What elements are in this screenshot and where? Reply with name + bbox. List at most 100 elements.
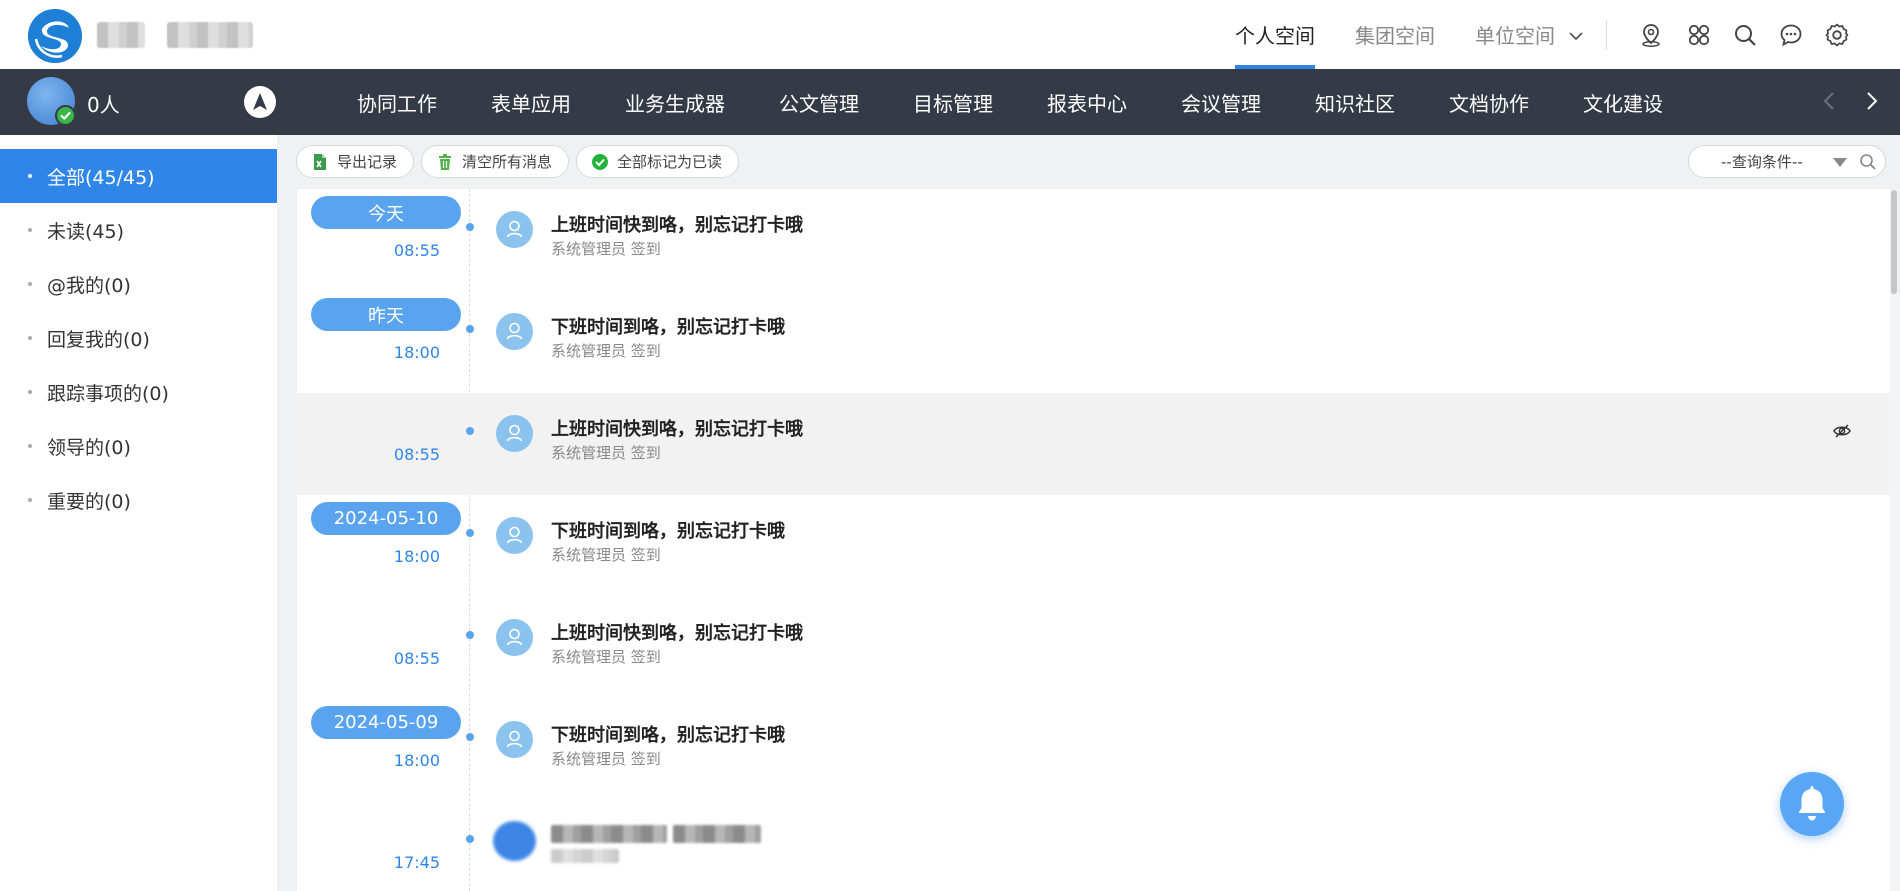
message-title[interactable]: 上班时间快到咯，别忘记打卡哦: [551, 415, 803, 441]
space-tabs: 个人空间 集团空间 单位空间: [1215, 0, 1575, 69]
query-conditions-select[interactable]: --查询条件--: [1688, 145, 1886, 178]
user-icon: [496, 721, 533, 758]
nav-item-business-generator[interactable]: 业务生成器: [598, 69, 752, 135]
search-icon[interactable]: [1732, 22, 1758, 48]
user-icon: [496, 517, 533, 554]
message-source: 系统管理员 签到: [551, 648, 661, 666]
message-source: 系统管理员 签到: [551, 240, 661, 258]
avatar: [493, 821, 536, 861]
tab-personal-space[interactable]: 个人空间: [1215, 0, 1335, 69]
timeline-dot: [466, 325, 474, 333]
message-time: 08:55: [393, 649, 440, 668]
scrollbar-track[interactable]: [1890, 189, 1898, 891]
excel-icon: [314, 153, 326, 170]
list-item[interactable]: 2024-05-10 18:00 下班时间到咯，别忘记打卡哦 系统管理员 签到: [297, 495, 1890, 597]
notification-button[interactable]: [1780, 772, 1844, 836]
nav-item-reports[interactable]: 报表中心: [1020, 69, 1154, 135]
user-icon: [496, 313, 533, 350]
message-time: 08:55: [393, 241, 440, 260]
chevron-left-icon[interactable]: [1817, 88, 1843, 114]
date-badge: 2024-05-10: [311, 502, 461, 535]
eye-off-icon[interactable]: [1832, 421, 1852, 441]
message-source: 系统管理员 签到: [551, 750, 661, 768]
nav-item-forms[interactable]: 表单应用: [464, 69, 598, 135]
nav-item-meetings[interactable]: 会议管理: [1154, 69, 1288, 135]
logo[interactable]: [28, 9, 82, 63]
date-badge: 今天: [311, 196, 461, 229]
online-count: 0人: [87, 93, 120, 117]
message-title[interactable]: 上班时间快到咯，别忘记打卡哦: [551, 619, 803, 645]
timeline-dot: [466, 223, 474, 231]
top-header: 个人空间 集团空间 单位空间: [0, 0, 1900, 69]
user-icon: [496, 211, 533, 248]
chevron-right-icon[interactable]: [1858, 88, 1884, 114]
timeline-dot: [466, 529, 474, 537]
list-item[interactable]: 08:55 上班时间快到咯，别忘记打卡哦 系统管理员 签到: [297, 597, 1890, 699]
date-badge: 昨天: [311, 298, 461, 331]
list-item[interactable]: 今天 08:55 上班时间快到咯，别忘记打卡哦 系统管理员 签到: [297, 189, 1890, 291]
sidebar-item-unread[interactable]: 未读(45): [0, 203, 277, 257]
chat-icon[interactable]: [1778, 22, 1804, 48]
date-badge: 2024-05-09: [311, 706, 461, 739]
list-item[interactable]: 2024-05-09 18:00 下班时间到咯，别忘记打卡哦 系统管理员 签到: [297, 699, 1890, 801]
user-icon: [496, 415, 533, 452]
nav-item-knowledge[interactable]: 知识社区: [1288, 69, 1422, 135]
scrollbar-thumb[interactable]: [1891, 190, 1897, 294]
timeline-dot: [466, 733, 474, 741]
chevron-down-icon[interactable]: [1568, 28, 1584, 44]
clear-all-button[interactable]: 清空所有消息: [421, 145, 570, 178]
nav-item-goals[interactable]: 目标管理: [886, 69, 1020, 135]
module-nav: 协同工作 表单应用 业务生成器 公文管理 目标管理 报表中心 会议管理 知识社区…: [330, 69, 1690, 135]
sidebar-item-all[interactable]: 全部(45/45): [0, 149, 277, 203]
tab-group-space[interactable]: 集团空间: [1335, 0, 1455, 69]
logo-icon: [28, 9, 82, 63]
timeline-dot: [466, 835, 474, 843]
navigate-icon[interactable]: [244, 86, 276, 118]
message-title[interactable]: 下班时间到咯，别忘记打卡哦: [551, 313, 785, 339]
trash-icon: [439, 153, 452, 170]
tab-unit-space[interactable]: 单位空间: [1455, 0, 1575, 69]
message-title[interactable]: 下班时间到咯，别忘记打卡哦: [551, 721, 785, 747]
main-nav-bar: 0人 协同工作 表单应用 业务生成器 公文管理 目标管理 报表中心 会议管理 知…: [0, 69, 1900, 135]
message-time: 18:00: [393, 751, 440, 770]
blurred-title: [551, 825, 667, 843]
check-circle-icon: [592, 153, 609, 170]
nav-item-documents[interactable]: 公文管理: [752, 69, 886, 135]
message-filter-sidebar: 全部(45/45) 未读(45) @我的(0) 回复我的(0) 跟踪事项的(0)…: [0, 135, 277, 891]
list-item[interactable]: 昨天 18:00 下班时间到咯，别忘记打卡哦 系统管理员 签到: [297, 291, 1890, 393]
divider: [1606, 20, 1607, 50]
query-conditions-label: --查询条件--: [1721, 153, 1803, 171]
sidebar-item-mentions[interactable]: @我的(0): [0, 257, 277, 311]
mark-all-read-button[interactable]: 全部标记为已读: [576, 145, 740, 178]
message-list: 今天 08:55 上班时间快到咯，别忘记打卡哦 系统管理员 签到 昨天 18:0…: [297, 189, 1890, 891]
message-time: 17:45: [393, 853, 440, 872]
nav-item-collaboration[interactable]: 协同工作: [330, 69, 464, 135]
blurred-org-name: [167, 22, 253, 48]
message-title[interactable]: 下班时间到咯，别忘记打卡哦: [551, 517, 785, 543]
sidebar-item-important[interactable]: 重要的(0): [0, 473, 277, 527]
sidebar-item-tracked[interactable]: 跟踪事项的(0): [0, 365, 277, 419]
settings-icon[interactable]: [1824, 22, 1850, 48]
location-icon[interactable]: [1638, 22, 1664, 48]
message-title[interactable]: 上班时间快到咯，别忘记打卡哦: [551, 211, 803, 237]
caret-down-icon: [1833, 158, 1847, 167]
search-icon[interactable]: [1859, 153, 1877, 171]
message-source: 系统管理员 签到: [551, 546, 661, 564]
message-source: 系统管理员 签到: [551, 444, 661, 462]
export-button[interactable]: 导出记录: [296, 145, 415, 178]
sidebar-item-replies[interactable]: 回复我的(0): [0, 311, 277, 365]
timeline-dot: [466, 427, 474, 435]
online-status-icon: [55, 105, 76, 126]
nav-item-doc-collab[interactable]: 文档协作: [1422, 69, 1556, 135]
apps-icon[interactable]: [1686, 22, 1712, 48]
list-item[interactable]: 08:55 上班时间快到咯，别忘记打卡哦 系统管理员 签到: [297, 393, 1890, 495]
message-toolbar: 导出记录 清空所有消息 全部标记为已读: [296, 145, 740, 178]
bell-icon: [1798, 786, 1826, 821]
timeline-dot: [466, 631, 474, 639]
list-item[interactable]: 17:45: [297, 801, 1890, 891]
nav-item-culture[interactable]: 文化建设: [1556, 69, 1690, 135]
sidebar-item-leaders[interactable]: 领导的(0): [0, 419, 277, 473]
blurred-title: [673, 825, 761, 843]
message-time: 08:55: [393, 445, 440, 464]
user-icon: [496, 619, 533, 656]
